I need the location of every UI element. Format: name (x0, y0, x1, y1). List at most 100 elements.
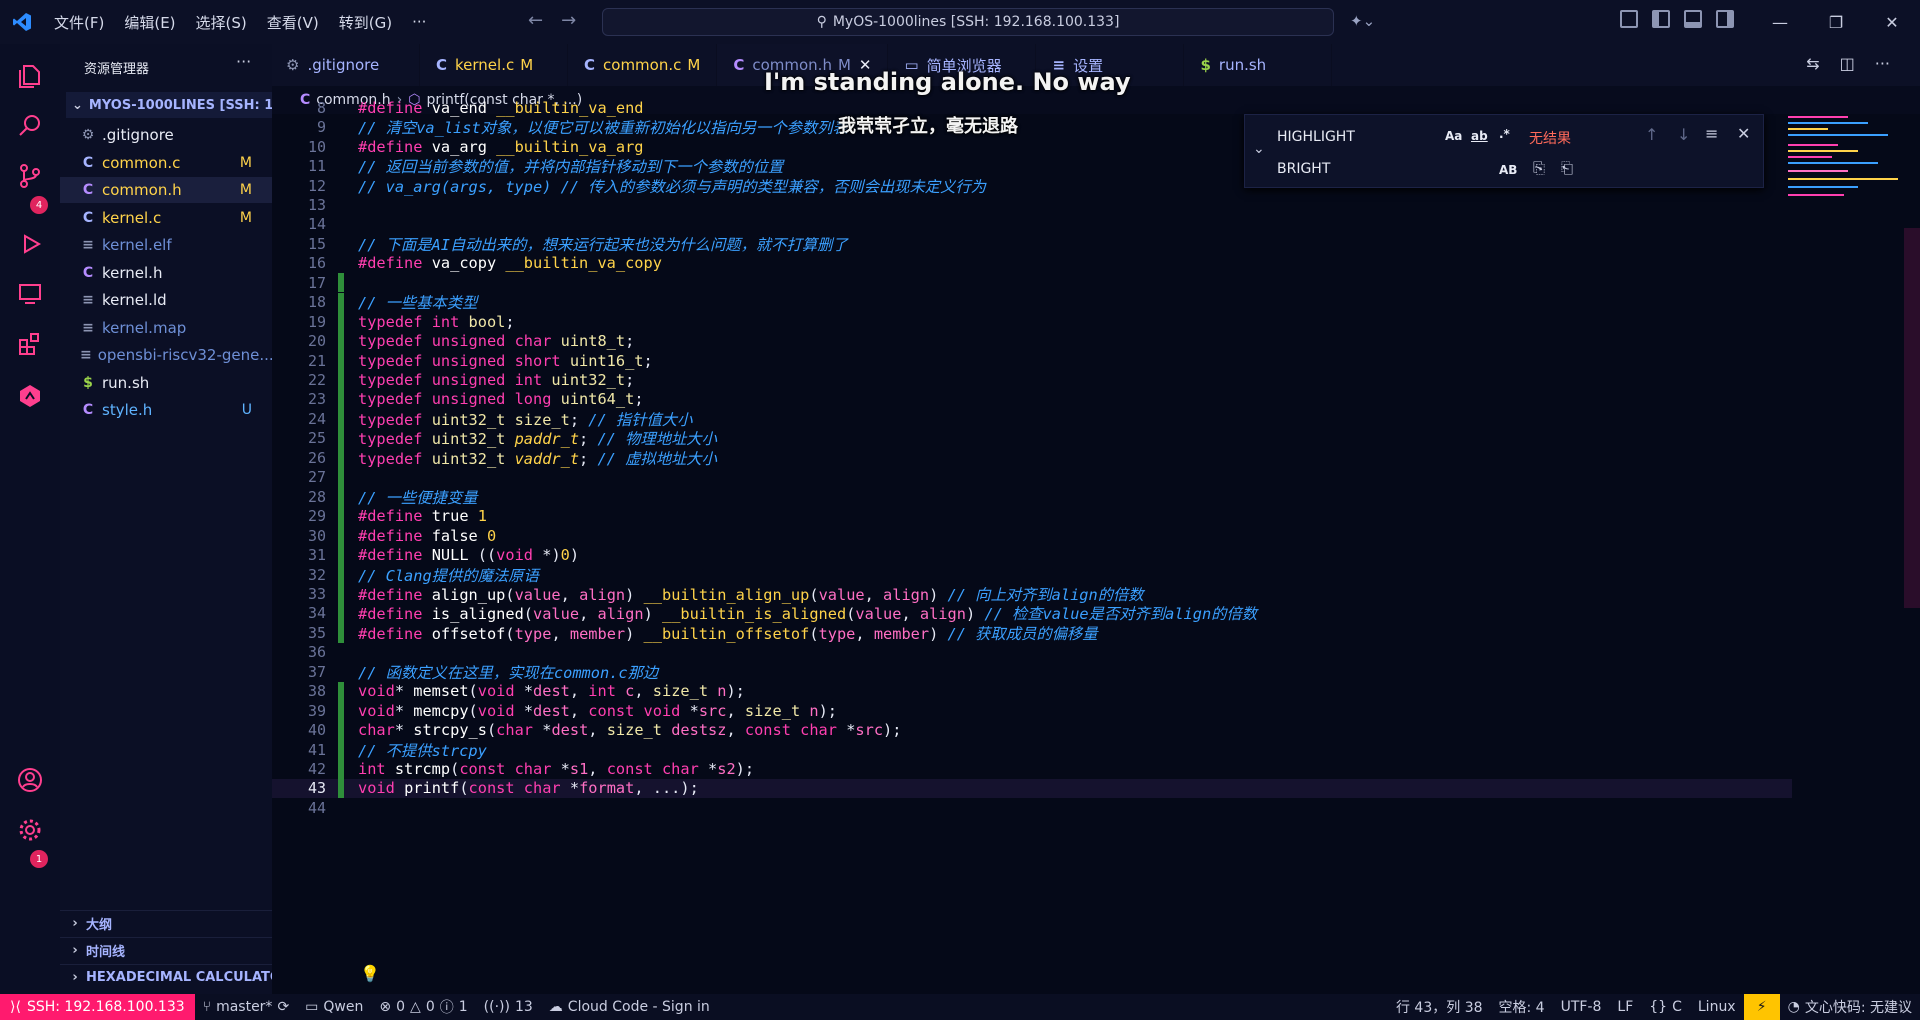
restore-icon[interactable]: ❐ (1808, 0, 1864, 44)
code-line[interactable]: 15 // 下面是AI自动出来的，想来运行起来也没为什么问题，就不打算删了 (272, 234, 1792, 254)
remote-explorer-icon[interactable] (12, 276, 48, 312)
find-in-selection-icon[interactable]: ≡ (1705, 124, 1718, 143)
preserve-case-toggle[interactable]: AB (1499, 163, 1517, 177)
code-line[interactable]: 26 typedef uint32_t vaddr_t; // 虚拟地址大小 (272, 448, 1792, 468)
back-arrow-icon[interactable]: ← (528, 10, 543, 31)
ai-assistant-icon[interactable] (12, 378, 48, 414)
extensions-icon[interactable] (12, 326, 48, 362)
code-line[interactable]: 32 // Clang提供的魔法原语 (272, 564, 1792, 585)
code-line[interactable]: 41 // 不提供strcpy (272, 739, 1792, 760)
file-item[interactable]: ≡ kernel.elf (60, 232, 272, 258)
compare-changes-icon[interactable]: ⇆ (1806, 54, 1819, 73)
code-line[interactable]: 34 #define is_aligned(value, align) __bui… (272, 603, 1792, 623)
file-item[interactable]: Ckernel.h (60, 260, 272, 286)
code-line[interactable]: 24 typedef uint32_t size_t; // 指针值大小 (272, 409, 1792, 429)
code-line[interactable]: 40 char* strcpy_s(char *dest, size_t dest… (272, 720, 1792, 740)
code-line[interactable]: 20 typedef unsigned char uint8_t; (272, 331, 1792, 351)
toggle-secondary-sidebar-icon[interactable] (1716, 10, 1734, 28)
code-line[interactable]: 29 #define true 1 (272, 506, 1792, 526)
code-line[interactable]: 31 #define NULL ((void *)0) (272, 545, 1792, 565)
split-editor-icon[interactable]: ◫ (1840, 54, 1855, 73)
search-icon[interactable] (12, 108, 48, 144)
match-case-toggle[interactable]: Aa (1445, 129, 1462, 143)
editor-tab[interactable]: Ccommon.c M (568, 44, 718, 86)
minimize-icon[interactable]: — (1752, 0, 1808, 44)
file-item[interactable]: ≡ opensbi-riscv32-gene... (60, 342, 274, 368)
regex-toggle[interactable]: .* (1499, 127, 1510, 141)
file-item[interactable]: ⚙ .gitignore (60, 122, 272, 148)
code-line[interactable]: 13 (272, 195, 1792, 214)
editor-scrollbar[interactable] (1904, 228, 1920, 608)
code-line[interactable]: 36 (272, 643, 1792, 662)
language-mode[interactable]: {} C (1641, 999, 1690, 1015)
code-line[interactable]: 38 void* memset(void *dest, int c, size_t… (272, 681, 1792, 701)
encoding[interactable]: UTF-8 (1553, 999, 1610, 1015)
code-line[interactable]: 14 (272, 215, 1792, 234)
cursor-position[interactable]: 行 43，列 38 (1388, 997, 1491, 1017)
menu-file[interactable]: 文件(F) (44, 12, 114, 33)
previous-match-icon[interactable]: ↑ (1645, 125, 1658, 144)
file-item[interactable]: ≡ kernel.map (60, 315, 272, 341)
file-item[interactable]: Ccommon.c M (60, 150, 272, 176)
problems-indicator[interactable]: ⊗ 0 △ 0 ⓘ 1 (371, 997, 475, 1017)
code-line[interactable]: 19 typedef int bool; (272, 311, 1792, 332)
ports-indicator[interactable]: ((·)) 13 (476, 999, 541, 1015)
editor-tab[interactable]: $ run.sh (1184, 44, 1333, 86)
account-icon[interactable] (12, 762, 48, 798)
toggle-replace-chevron-icon[interactable]: ⌄ (1253, 141, 1265, 157)
customize-layout-icon[interactable] (1620, 10, 1638, 28)
indentation[interactable]: 空格: 4 (1491, 997, 1553, 1017)
settings-gear-icon[interactable] (12, 812, 48, 848)
command-center[interactable]: ⚲ MyOS-1000lines [SSH: 192.168.100.133] (602, 8, 1334, 36)
code-line[interactable]: 33 #define align_up(value, align) __built… (272, 584, 1792, 604)
minimap[interactable] (1788, 114, 1908, 204)
explorer-more-button[interactable]: ··· (236, 52, 251, 71)
code-line[interactable]: 39 void* memcpy(void *dest, const void *s… (272, 700, 1792, 721)
workspace-root-folder[interactable]: ⌄ MYOS-1000LINES [SSH: 19... (66, 92, 272, 118)
next-match-icon[interactable]: ↓ (1677, 125, 1690, 144)
replace-all-icon[interactable]: ⎗ (1561, 159, 1573, 177)
forward-arrow-icon[interactable]: → (561, 10, 576, 31)
close-icon[interactable]: ✕ (1864, 0, 1920, 44)
menu-more[interactable]: ··· (402, 13, 436, 31)
match-word-toggle[interactable]: ab (1471, 129, 1488, 143)
no-bell-icon[interactable]: ⚡ (1743, 994, 1780, 1020)
code-line[interactable]: 30 #define false 0 (272, 525, 1792, 546)
code-line[interactable]: 27 (272, 467, 1792, 487)
wenxin-indicator[interactable]: ◔ 文心快码: 无建议 (1780, 997, 1920, 1017)
branch-indicator[interactable]: ⑂ master* ⟳ (195, 999, 298, 1015)
more-actions-icon[interactable]: ··· (1875, 54, 1890, 73)
remote-indicator[interactable]: ⟩⟨ SSH: 192.168.100.133 (0, 994, 195, 1020)
toggle-panel-icon[interactable] (1684, 10, 1702, 28)
code-line[interactable]: 18 // 一些基本类型 (272, 292, 1792, 312)
code-line[interactable]: 25 typedef uint32_t paddr_t; // 物理地址大小 (272, 428, 1792, 448)
replace-one-icon[interactable]: ⎘ (1533, 159, 1545, 177)
code-line[interactable]: 17 (272, 273, 1792, 293)
code-line[interactable]: 28 // 一些便捷变量 (272, 487, 1792, 507)
menu-selection[interactable]: 选择(S) (186, 12, 257, 33)
cloud-code-indicator[interactable]: ☁ Cloud Code - Sign in (541, 999, 718, 1015)
lightbulb-icon[interactable]: 💡 (360, 964, 380, 983)
qwen-indicator[interactable]: ▭ Qwen (297, 999, 371, 1015)
file-item[interactable]: Ckernel.c M (60, 205, 272, 231)
editor-tab[interactable]: ⚙ .gitignore (272, 44, 420, 86)
toggle-primary-sidebar-icon[interactable] (1652, 10, 1670, 28)
copilot-icon[interactable]: ✦⌄ (1350, 12, 1375, 30)
code-editor[interactable]: 8 #define va_end __builtin_va_end 9 // 清空va… (272, 99, 1920, 994)
code-line[interactable]: 42 int strcmp(const char *s1, const char … (272, 759, 1792, 779)
menu-view[interactable]: 查看(V) (257, 12, 329, 33)
explorer-icon[interactable] (12, 58, 48, 94)
source-control-icon[interactable] (12, 158, 48, 194)
close-find-icon[interactable]: ✕ (1737, 124, 1750, 143)
replace-input[interactable]: BRIGHT (1277, 155, 1505, 183)
file-item[interactable]: Ccommon.h M (60, 177, 272, 203)
code-line[interactable]: 22 typedef unsigned int uint32_t; (272, 370, 1792, 390)
code-line[interactable]: 43 void printf(const char *format, ...); (272, 778, 1792, 799)
menu-go[interactable]: 转到(G) (329, 12, 402, 33)
file-item[interactable]: ≡ kernel.ld (60, 287, 272, 313)
code-line[interactable]: 16 #define va_copy __builtin_va_copy (272, 254, 1792, 273)
end-of-line[interactable]: LF (1609, 999, 1641, 1015)
file-item[interactable]: Cstyle.h U (60, 397, 272, 423)
editor-tab[interactable]: Ckernel.c M (420, 44, 568, 86)
run-debug-icon[interactable] (12, 226, 48, 262)
